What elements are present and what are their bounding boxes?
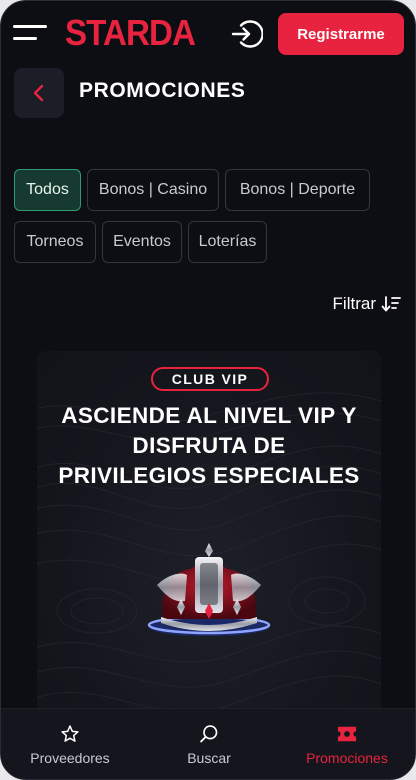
search-icon <box>200 725 218 743</box>
promo-title-line-2: DISFRUTA DE <box>132 433 286 458</box>
nav-label-promociones: Promociones <box>306 750 388 766</box>
nav-label-proveedores: Proveedores <box>30 750 110 766</box>
top-header: STARDA Registrarme <box>1 1 415 67</box>
promo-card-club-vip[interactable]: CLUB VIP ASCIENDE AL NIVEL VIP Y DISFRUT… <box>37 351 381 731</box>
starda-logo[interactable]: STARDA <box>65 13 196 53</box>
filter-sort-button[interactable]: Filtrar <box>333 294 401 314</box>
filter-chip-eventos[interactable]: Eventos <box>102 221 182 263</box>
register-button[interactable]: Registrarme <box>278 13 404 55</box>
nav-label-buscar: Buscar <box>187 750 231 766</box>
promo-title: ASCIENDE AL NIVEL VIP Y DISFRUTA DE PRIV… <box>45 401 373 491</box>
bottom-navigation: Proveedores Buscar Promociones <box>1 708 415 779</box>
filter-chip-loterias[interactable]: Loterías <box>188 221 267 263</box>
filter-chip-bonos-casino[interactable]: Bonos | Casino <box>87 169 219 211</box>
chevron-left-icon <box>33 84 44 102</box>
hamburger-menu-icon[interactable] <box>13 23 49 45</box>
back-button[interactable] <box>14 68 64 118</box>
filter-chip-bonos-deporte[interactable]: Bonos | Deporte <box>225 169 370 211</box>
phone-screen: STARDA Registrarme PROMOCIONES Todos Bon… <box>0 0 416 780</box>
promo-title-line-1: ASCIENDE AL NIVEL VIP Y <box>61 403 357 428</box>
nav-item-promociones[interactable]: Promociones <box>278 709 415 779</box>
promo-title-line-3: PRIVILEGIOS ESPECIALES <box>58 463 360 488</box>
login-icon[interactable] <box>229 17 264 51</box>
sort-icon <box>381 296 401 312</box>
filter-sort-label: Filtrar <box>332 294 376 313</box>
crown-icon <box>147 543 271 636</box>
nav-item-buscar[interactable]: Buscar <box>140 709 278 779</box>
filter-chip-torneos[interactable]: Torneos <box>14 221 96 263</box>
club-vip-badge: CLUB VIP <box>151 367 269 391</box>
star-icon <box>61 725 79 742</box>
page-title: PROMOCIONES <box>79 79 246 102</box>
ticket-icon <box>337 726 357 742</box>
nav-item-proveedores[interactable]: Proveedores <box>1 709 139 779</box>
filter-chip-todos[interactable]: Todos <box>14 169 81 211</box>
